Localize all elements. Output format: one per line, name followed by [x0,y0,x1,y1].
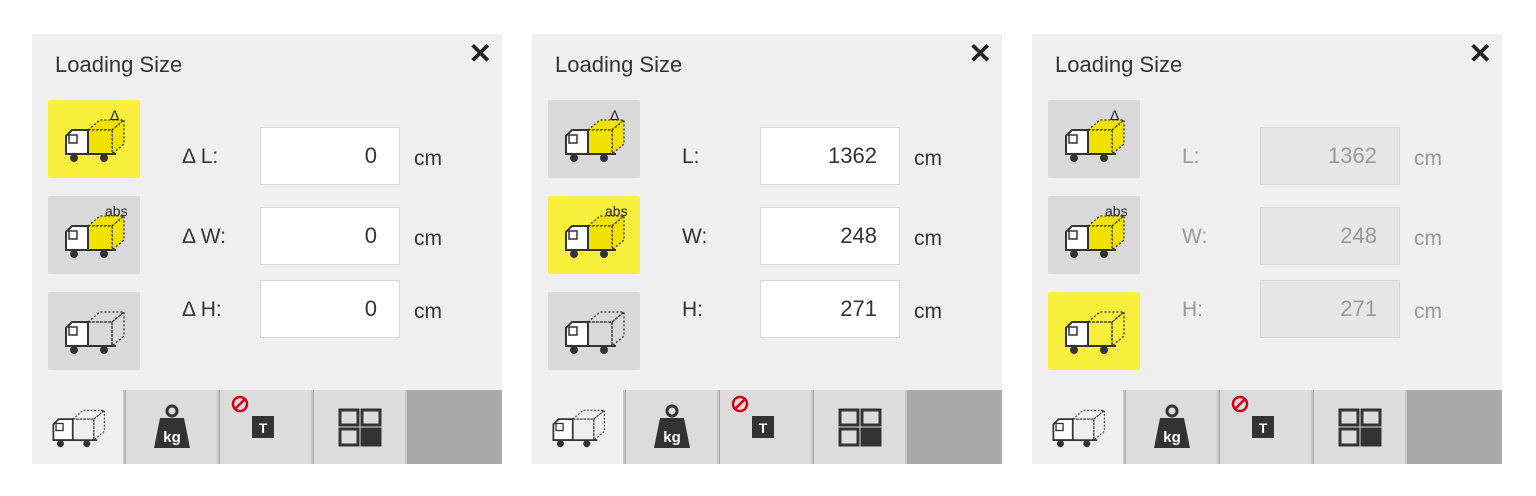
tab-no-t[interactable]: T [220,390,313,464]
mode-none-button[interactable] [548,292,640,370]
tab-loading-size[interactable] [532,390,625,464]
tab-weight[interactable]: kg [126,390,219,464]
length-unit: cm [1414,147,1442,170]
close-icon[interactable]: ✕ [469,40,492,68]
height-unit: cm [414,300,442,323]
tab-layout[interactable] [1314,390,1407,464]
width-input[interactable] [760,207,900,265]
height-unit: cm [1414,300,1442,323]
mode-delta-button[interactable]: Δ [548,100,640,178]
tab-loading-size[interactable] [32,390,125,464]
length-label: L: [682,145,700,168]
width-unit: cm [1414,227,1442,250]
length-label: L: [1182,145,1200,168]
tab-weight[interactable]: kg [1126,390,1219,464]
tab-no-t[interactable]: T [1220,390,1313,464]
length-unit: cm [914,147,942,170]
mode-delta-button[interactable]: Δ [1048,100,1140,178]
mode-none-button[interactable] [48,292,140,370]
tab-bar-filler [908,390,1002,464]
length-input[interactable] [760,127,900,185]
loading-size-panel: Loading Size ✕ Δ abs [532,34,1002,464]
panel-title: Loading Size [555,52,683,77]
svg-text:kg: kg [163,429,181,446]
loading-size-panel: Loading Size ✕ Δ abs [32,34,502,464]
length-label: Δ L: [182,145,219,168]
tab-layout[interactable] [314,390,407,464]
height-input[interactable] [1260,280,1400,338]
svg-text:T: T [759,420,768,436]
mode-none-button[interactable] [1048,292,1140,370]
length-unit: cm [414,147,442,170]
width-input[interactable] [260,207,400,265]
mode-absolute-button[interactable]: abs [548,196,640,274]
tab-no-t[interactable]: T [720,390,813,464]
tab-bar: kg T [532,390,1002,464]
mode-delta-button[interactable]: Δ [48,100,140,178]
width-unit: cm [914,227,942,250]
height-label: H: [1182,298,1203,321]
tab-bar: kg T [32,390,502,464]
width-label: W: [682,225,708,248]
close-icon[interactable]: ✕ [969,40,992,68]
panel-title: Loading Size [55,52,183,77]
mode-absolute-button[interactable]: abs [48,196,140,274]
svg-text:kg: kg [663,429,681,446]
svg-text:kg: kg [1163,429,1181,446]
tab-weight[interactable]: kg [626,390,719,464]
height-label: H: [682,298,703,321]
loading-size-panel: Loading Size ✕ Δ abs [1032,34,1502,464]
mode-absolute-button[interactable]: abs [1048,196,1140,274]
close-icon[interactable]: ✕ [1469,40,1492,68]
tab-loading-size[interactable] [1032,390,1125,464]
width-label: Δ W: [182,225,226,248]
length-input[interactable] [1260,127,1400,185]
height-label: Δ H: [182,298,222,321]
height-input[interactable] [760,280,900,338]
height-input[interactable] [260,280,400,338]
panel-title: Loading Size [1055,52,1183,77]
tab-layout[interactable] [814,390,907,464]
height-unit: cm [914,300,942,323]
width-label: W: [1182,225,1208,248]
tab-bar: kg T [1032,390,1502,464]
length-input[interactable] [260,127,400,185]
svg-text:T: T [259,420,268,436]
width-input[interactable] [1260,207,1400,265]
tab-bar-filler [1408,390,1502,464]
svg-text:T: T [1259,420,1268,436]
width-unit: cm [414,227,442,250]
tab-bar-filler [408,390,502,464]
